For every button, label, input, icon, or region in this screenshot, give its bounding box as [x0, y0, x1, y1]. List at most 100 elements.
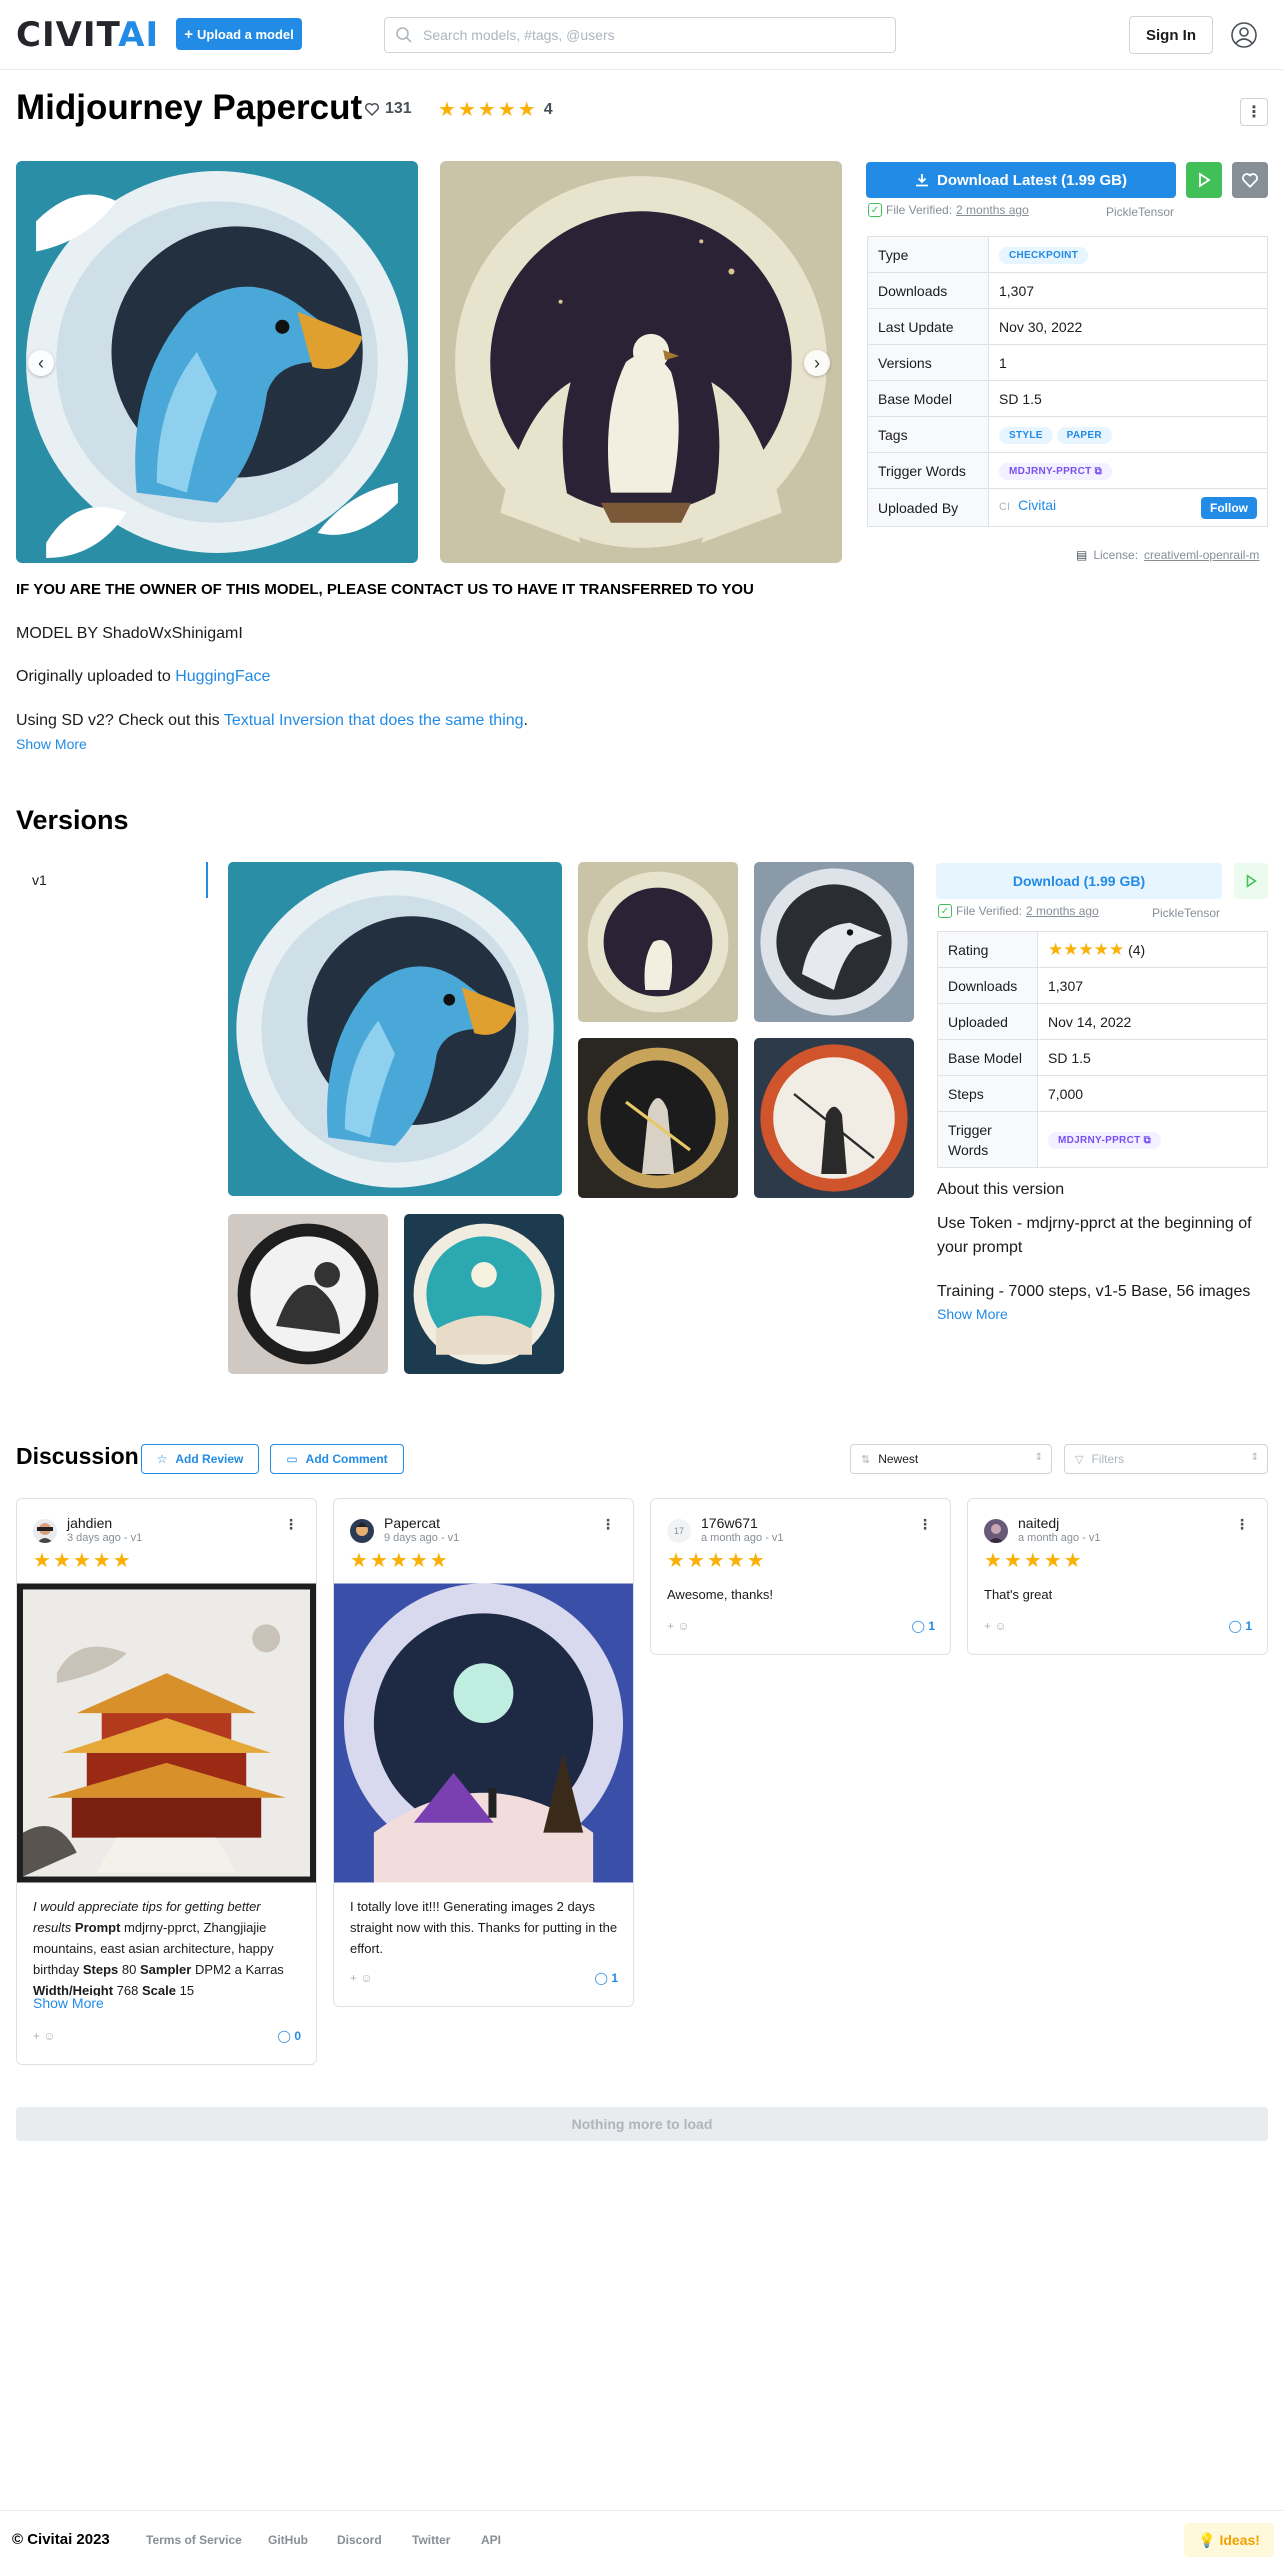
verified-time[interactable]: 2 months ago: [956, 203, 1029, 217]
reviewer-name[interactable]: jahdien: [67, 1515, 112, 1531]
license-link[interactable]: creativeml-openrail-m: [1144, 548, 1259, 562]
favorite-button[interactable]: [1232, 162, 1268, 198]
reviewer-name[interactable]: 176w671: [701, 1515, 758, 1531]
review-footer: + ☺ ◯ 0: [33, 2029, 301, 2043]
sort-select[interactable]: ⇅ Newest ⇕: [850, 1444, 1052, 1474]
tag-paper[interactable]: PAPER: [1056, 427, 1112, 444]
carousel-prev-button[interactable]: ‹: [28, 350, 54, 376]
star-icon: ★: [1003, 1550, 1022, 1572]
add-reaction-icon[interactable]: + ☺: [350, 1971, 373, 1985]
footer-link-twitter[interactable]: Twitter: [412, 2533, 450, 2547]
comment-count[interactable]: ◯ 1: [912, 1619, 935, 1633]
upload-model-label: Upload a model: [196, 26, 294, 42]
about-version-text-2: Training - 7000 steps, v1-5 Base, 56 ima…: [937, 1283, 1251, 1300]
reviewer-name[interactable]: naitedj: [1018, 1515, 1059, 1531]
add-review-button[interactable]: ☆ Add Review: [141, 1444, 259, 1474]
user-avatar-icon[interactable]: [1229, 20, 1259, 50]
chevron-updown-icon: ⇕: [1250, 1452, 1259, 1463]
like-count[interactable]: 131: [364, 100, 412, 118]
model-preview-image-2[interactable]: [440, 161, 842, 563]
trigger-word-badge[interactable]: MDJRNY-PPRCT ⧉: [1048, 1132, 1162, 1149]
about-version-heading: About this version: [937, 1181, 1065, 1198]
follow-button[interactable]: Follow: [1201, 496, 1257, 519]
version-run-button[interactable]: [1234, 863, 1268, 899]
star-icon: ★: [706, 1550, 725, 1572]
comment-count-value: 0: [294, 2029, 301, 2043]
textual-inversion-link[interactable]: Textual Inversion that does the same thi…: [224, 712, 524, 729]
version-tab-v1[interactable]: v1: [16, 862, 208, 898]
version-image-3[interactable]: [754, 862, 914, 1022]
avatar[interactable]: [33, 1519, 57, 1543]
uploader-link[interactable]: Civitai: [1018, 497, 1056, 513]
carousel-next-button[interactable]: ›: [804, 350, 830, 376]
add-comment-button[interactable]: ▭ Add Comment: [270, 1444, 404, 1474]
version-image-7[interactable]: [404, 1214, 564, 1374]
review-image[interactable]: [334, 1583, 633, 1883]
eagle-monochrome-papercut-image: [754, 862, 914, 1022]
uploader-avatar-icon: CI: [999, 500, 1010, 513]
reviewer-name[interactable]: Papercat: [384, 1515, 440, 1531]
footer-link-github[interactable]: GitHub: [268, 2533, 308, 2547]
downloads-key: Downloads: [937, 967, 1038, 1004]
more-options-button[interactable]: ⋮: [1240, 98, 1268, 126]
filters-select[interactable]: ▽ Filters ⇕: [1064, 1444, 1268, 1474]
table-row: Versions 1: [867, 344, 1268, 381]
version-image-4[interactable]: [578, 1038, 738, 1198]
version-image-1[interactable]: [228, 862, 562, 1196]
avatar[interactable]: [984, 1519, 1008, 1543]
ideas-button[interactable]: 💡 Ideas!: [1184, 2523, 1274, 2557]
review-card[interactable]: jahdien 3 days ago - v1 ⋮ ★ ★ ★ ★ ★ I would …: [16, 1498, 317, 2065]
tag-style[interactable]: STYLE: [999, 427, 1053, 444]
table-row: Tags STYLE PAPER: [867, 416, 1268, 453]
dots-vertical-icon[interactable]: ⋮: [601, 1516, 615, 1533]
download-latest-button[interactable]: Download Latest (1.99 GB): [866, 162, 1176, 198]
dots-vertical-icon[interactable]: ⋮: [284, 1516, 298, 1533]
license-icon: ▤: [1076, 548, 1088, 562]
rating-value: (4): [1128, 941, 1146, 958]
version-download-button[interactable]: Download (1.99 GB): [936, 863, 1222, 899]
comment-count[interactable]: ◯ 0: [278, 2029, 301, 2043]
add-reaction-icon[interactable]: + ☺: [984, 1619, 1007, 1633]
type-key: Type: [867, 236, 989, 273]
huggingface-link[interactable]: HuggingFace: [175, 668, 270, 685]
footer-link-discord[interactable]: Discord: [337, 2533, 382, 2547]
add-reaction-icon[interactable]: + ☺: [667, 1619, 690, 1633]
eagle-night-papercut-image: [578, 862, 738, 1022]
civitai-logo[interactable]: CIVITAI: [16, 18, 159, 52]
search-input[interactable]: [423, 27, 863, 43]
scanner-name: PickleTensor: [1106, 205, 1175, 219]
trigger-word-badge[interactable]: MDJRNY-PPRCT ⧉: [999, 463, 1113, 480]
review-show-more[interactable]: Show More: [33, 1995, 104, 2011]
run-model-button[interactable]: [1186, 162, 1222, 198]
type-badge: CHECKPOINT: [999, 247, 1089, 264]
model-preview-image-1[interactable]: [16, 161, 418, 563]
version-image-5[interactable]: [754, 1038, 914, 1198]
comment-count[interactable]: ◯ 1: [1229, 1619, 1252, 1633]
eagle-night-papercut-image: [440, 161, 842, 563]
avatar[interactable]: [350, 1519, 374, 1543]
dots-vertical-icon[interactable]: ⋮: [918, 1516, 932, 1533]
review-card[interactable]: 17 176w671 a month ago - v1 ⋮ ★ ★ ★ ★ ★ Awes…: [650, 1498, 951, 1655]
avatar[interactable]: 17: [667, 1519, 691, 1543]
dots-vertical-icon[interactable]: ⋮: [1235, 1516, 1249, 1533]
star-icon: ★: [497, 99, 516, 121]
rating-key: Rating: [937, 931, 1038, 968]
rating-summary[interactable]: ★ ★ ★ ★ ★ 4: [438, 100, 553, 120]
footer-link-api[interactable]: API: [481, 2533, 501, 2547]
description-show-more[interactable]: Show More: [16, 736, 87, 752]
comment-count[interactable]: ◯ 1: [595, 1971, 618, 1985]
add-reaction-icon[interactable]: + ☺: [33, 2029, 56, 2043]
review-stars: ★ ★ ★ ★ ★: [33, 1551, 131, 1571]
versions-key: Versions: [867, 344, 989, 381]
review-card[interactable]: naitedj a month ago - v1 ⋮ ★ ★ ★ ★ ★ That's …: [967, 1498, 1268, 1655]
upload-model-button[interactable]: + Upload a model: [176, 18, 302, 50]
version-image-2[interactable]: [578, 862, 738, 1022]
star-icon: ★: [746, 1550, 765, 1572]
sign-in-button[interactable]: Sign In: [1129, 16, 1213, 54]
verified-time[interactable]: 2 months ago: [1026, 904, 1099, 918]
version-show-more[interactable]: Show More: [937, 1306, 1008, 1322]
footer-link-terms[interactable]: Terms of Service: [146, 2533, 242, 2547]
review-image[interactable]: [17, 1583, 316, 1883]
version-image-6[interactable]: [228, 1214, 388, 1374]
review-card[interactable]: Papercat 9 days ago - v1 ⋮ ★ ★ ★ ★ ★ I total…: [333, 1498, 634, 2007]
